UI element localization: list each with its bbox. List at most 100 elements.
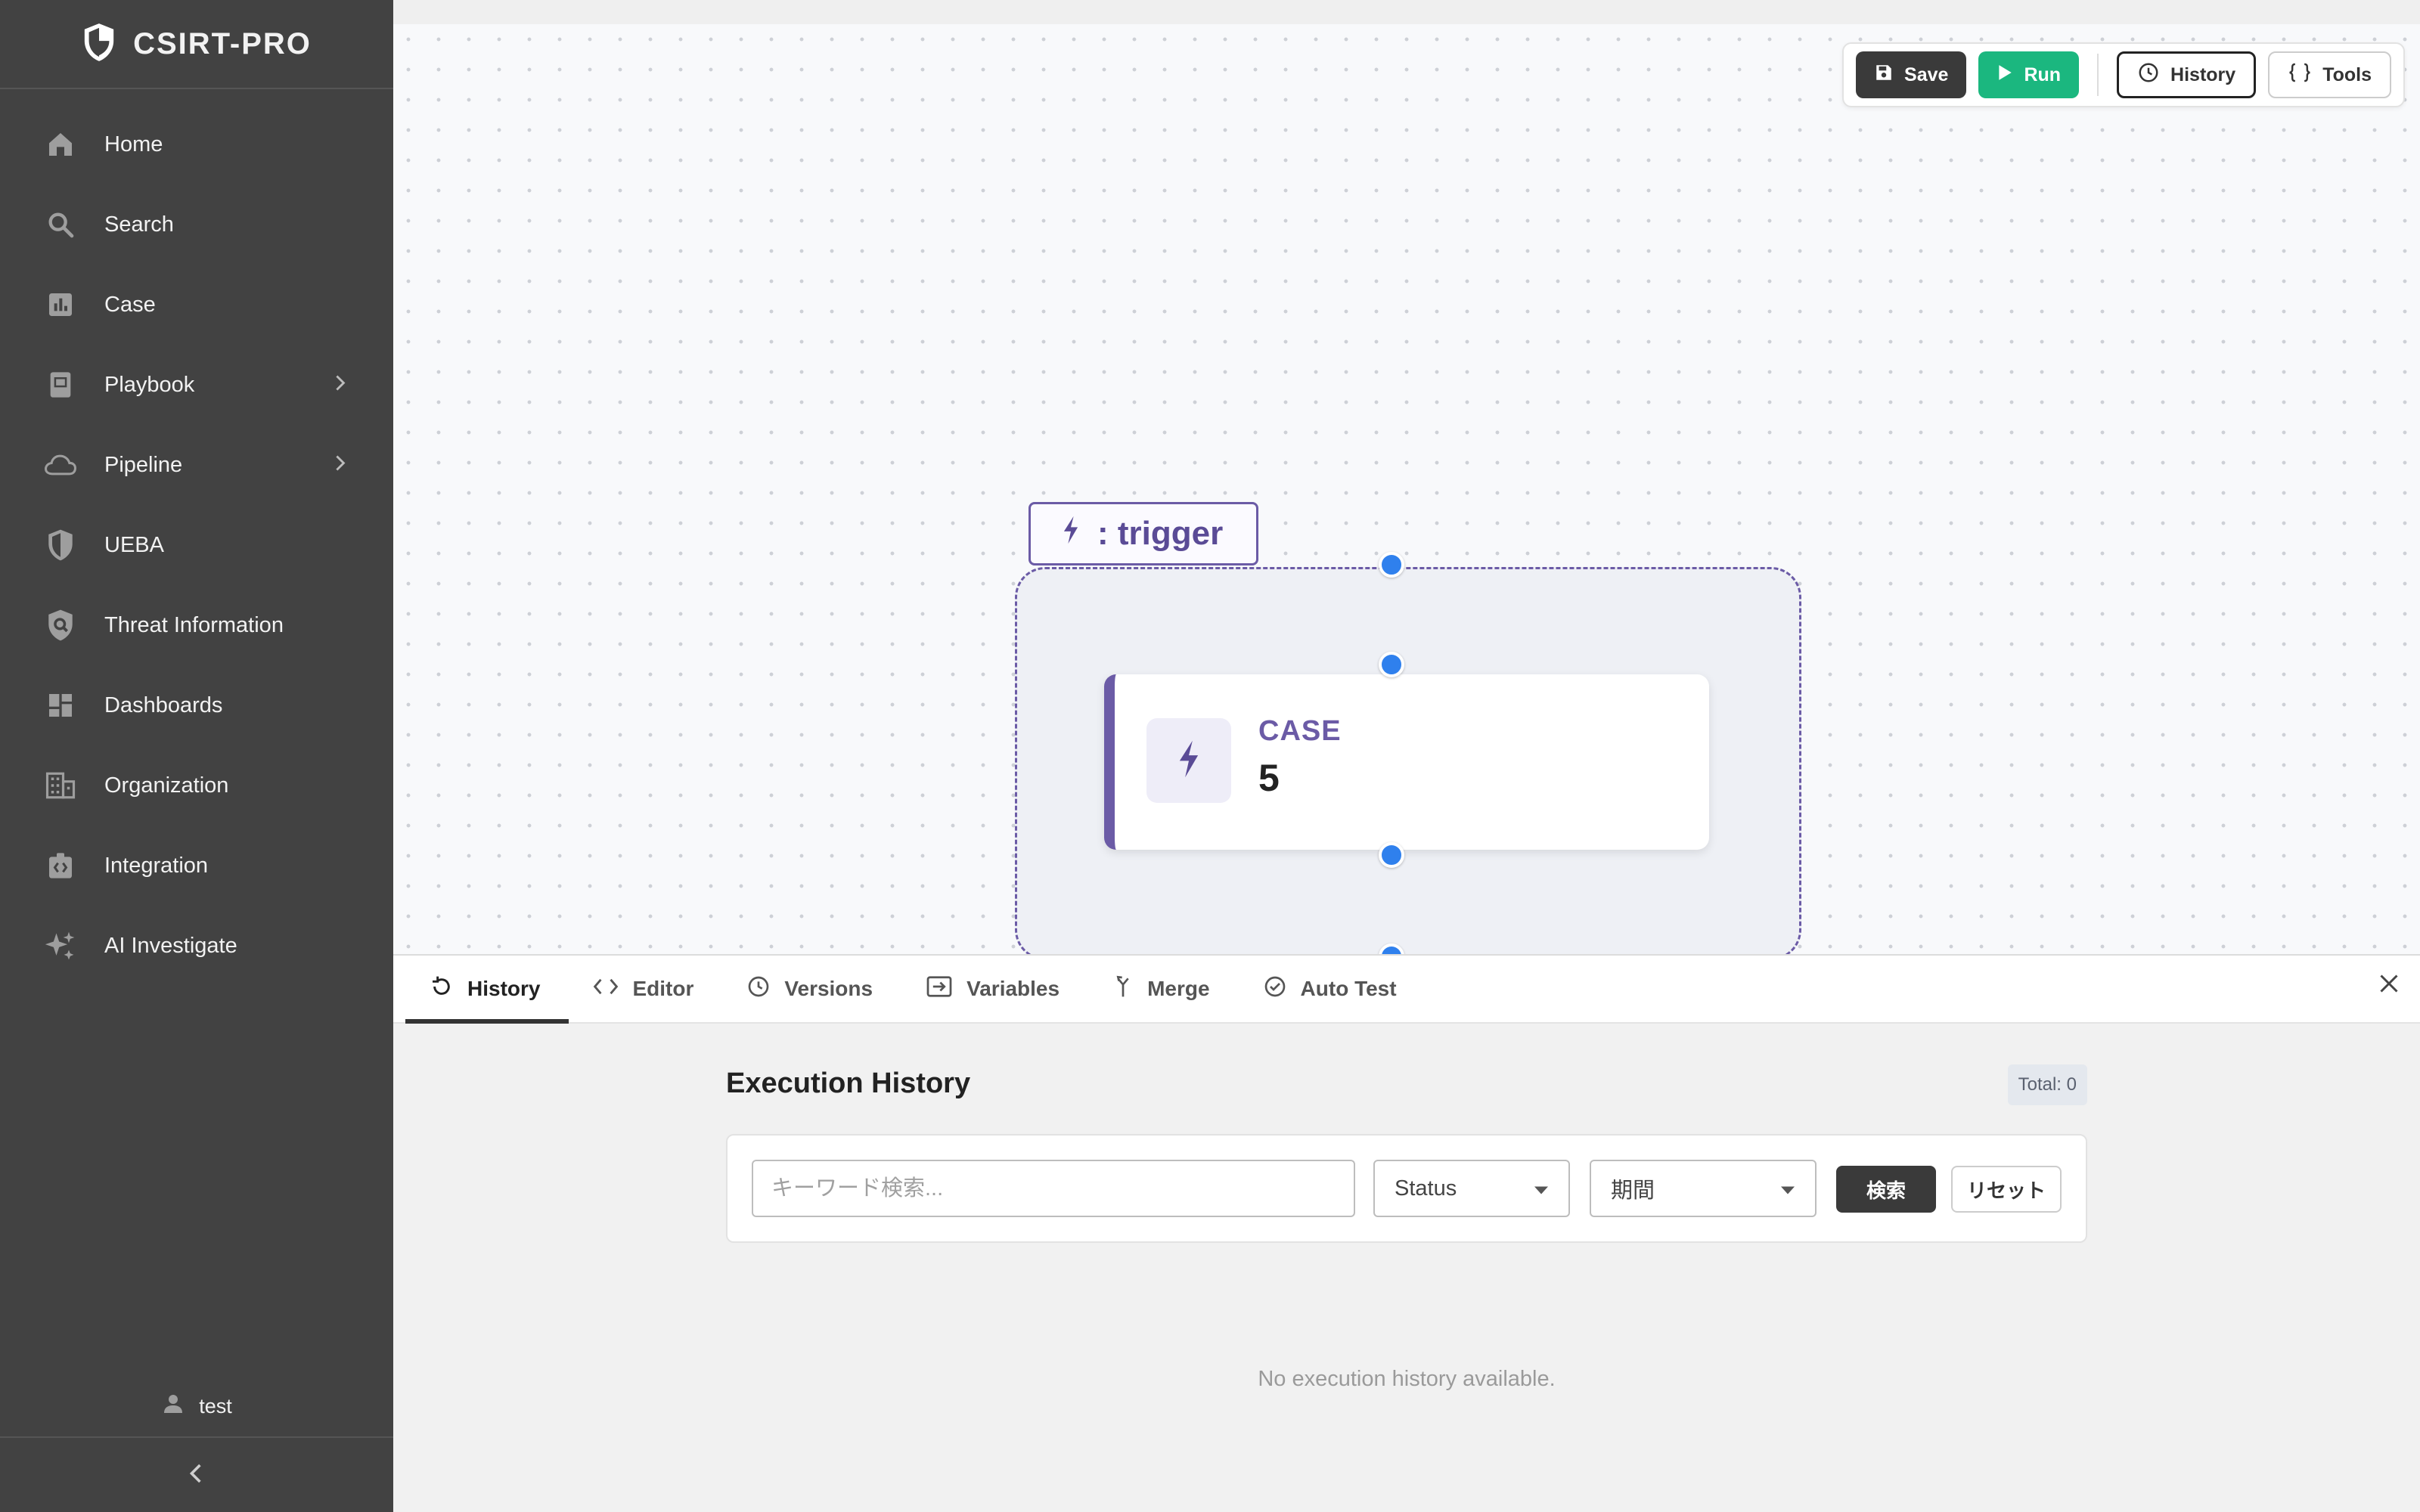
sidebar-item-label: Pipeline	[104, 452, 183, 477]
period-select[interactable]: 期間	[1590, 1160, 1817, 1217]
brand[interactable]: CSIRT-PRO	[0, 0, 393, 89]
cloud-icon	[42, 447, 79, 483]
trigger-label-text: : trigger	[1097, 515, 1224, 552]
variables-icon	[926, 975, 953, 1003]
user-icon	[161, 1392, 185, 1421]
canvas-toolbar: Save Run History Tools	[1842, 42, 2405, 107]
brand-title: CSIRT-PRO	[133, 26, 312, 60]
user-menu[interactable]: test	[0, 1383, 393, 1429]
period-select-value: 期間	[1611, 1179, 1655, 1203]
tab-label: History	[467, 977, 541, 1000]
tab-merge[interactable]: Merge	[1088, 956, 1238, 1022]
tab-auto-test[interactable]: Auto Test	[1239, 956, 1426, 1022]
home-icon	[42, 126, 79, 163]
shield-icon	[42, 527, 79, 563]
chevron-right-icon	[333, 453, 346, 478]
sidebar-item-dashboards[interactable]: Dashboards	[0, 665, 393, 745]
node-type: CASE	[1258, 715, 1342, 747]
sidebar-item-case[interactable]: Case	[0, 265, 393, 345]
clock-icon	[746, 974, 771, 1004]
braces-icon	[2288, 62, 2312, 88]
tools-button[interactable]: Tools	[2268, 51, 2391, 98]
caret-down-icon	[1534, 1176, 1549, 1201]
shield-logo-icon	[82, 22, 116, 67]
keyword-search-input[interactable]	[752, 1160, 1355, 1217]
bottom-panel: History Editor Versions Variables Merge	[393, 954, 2420, 1512]
sidebar-item-threat-information[interactable]: Threat Information	[0, 585, 393, 665]
tab-history[interactable]: History	[405, 956, 569, 1024]
shield-search-icon	[42, 607, 79, 643]
close-panel-button[interactable]	[2378, 972, 2400, 999]
reset-button[interactable]: リセット	[1951, 1166, 2062, 1213]
run-label: Run	[2024, 64, 2062, 85]
group-input-port[interactable]	[1379, 552, 1404, 578]
history-label: History	[2170, 64, 2236, 85]
play-icon	[1996, 64, 2013, 87]
sidebar-item-ueba[interactable]: UEBA	[0, 505, 393, 585]
dashboard-icon	[42, 687, 79, 723]
trigger-group-label[interactable]: : trigger	[1028, 502, 1258, 565]
building-icon	[42, 767, 79, 804]
book-icon	[42, 367, 79, 403]
sidebar-item-label: Playbook	[104, 372, 195, 397]
history-icon	[430, 974, 454, 1004]
run-button[interactable]: Run	[1978, 51, 2080, 98]
node-output-port[interactable]	[1379, 842, 1404, 868]
toolbar-divider	[2097, 54, 2099, 96]
sidebar-item-organization[interactable]: Organization	[0, 745, 393, 826]
case-node[interactable]: CASE 5	[1104, 674, 1709, 850]
sidebar-item-label: Search	[104, 212, 174, 237]
collapse-sidebar-button[interactable]	[0, 1436, 393, 1512]
merge-icon	[1112, 974, 1134, 1004]
lightning-icon	[1061, 515, 1081, 553]
sidebar-item-label: Dashboards	[104, 692, 223, 717]
tab-label: Merge	[1147, 977, 1210, 1000]
panel-title: Execution History	[726, 1067, 971, 1099]
bar-chart-icon	[42, 287, 79, 323]
workflow-canvas[interactable]: Save Run History Tools : trigger CASE 5	[393, 24, 2420, 956]
search-icon	[42, 206, 79, 243]
node-input-port[interactable]	[1379, 652, 1404, 677]
tools-label: Tools	[2322, 64, 2372, 85]
sidebar-item-integration[interactable]: Integration	[0, 826, 393, 906]
sidebar-item-label: Threat Information	[104, 612, 284, 637]
tab-versions[interactable]: Versions	[722, 956, 901, 1022]
tab-label: Versions	[784, 977, 873, 1000]
code-icon	[593, 976, 619, 1002]
sidebar-item-home[interactable]: Home	[0, 104, 393, 184]
filter-card: Status 期間 検索 リセット	[726, 1134, 2087, 1243]
clock-icon	[2137, 61, 2160, 89]
sidebar-item-search[interactable]: Search	[0, 184, 393, 265]
total-badge: Total: 0	[2007, 1064, 2087, 1105]
sidebar-nav: Home Search Case Playbook Pipeline UEBA …	[0, 104, 393, 986]
node-value: 5	[1258, 757, 1280, 799]
tab-variables[interactable]: Variables	[901, 956, 1088, 1022]
tab-label: Auto Test	[1300, 977, 1397, 1000]
history-button[interactable]: History	[2117, 51, 2257, 98]
status-select[interactable]: Status	[1373, 1160, 1570, 1217]
caret-down-icon	[1780, 1176, 1795, 1201]
top-strip	[393, 0, 2420, 24]
save-label: Save	[1904, 64, 1949, 85]
sidebar-item-playbook[interactable]: Playbook	[0, 345, 393, 425]
sidebar: CSIRT-PRO Home Search Case Playbook Pipe…	[0, 0, 393, 1512]
chevron-left-icon	[188, 1463, 205, 1488]
user-name: test	[199, 1394, 232, 1418]
sparkles-icon	[42, 928, 79, 964]
check-circle-icon	[1263, 974, 1287, 1004]
lightning-icon	[1176, 739, 1202, 783]
tab-editor[interactable]: Editor	[569, 956, 722, 1022]
tab-label: Editor	[632, 977, 694, 1000]
sidebar-item-pipeline[interactable]: Pipeline	[0, 425, 393, 505]
sidebar-item-ai-investigate[interactable]: AI Investigate	[0, 906, 393, 986]
panel-tabs: History Editor Versions Variables Merge	[393, 956, 2420, 1024]
sidebar-item-label: UEBA	[104, 532, 164, 557]
save-button[interactable]: Save	[1856, 51, 1967, 98]
search-button[interactable]: 検索	[1836, 1166, 1936, 1213]
sidebar-item-label: Home	[104, 132, 163, 156]
close-icon	[2378, 974, 2400, 998]
status-select-value: Status	[1395, 1176, 1457, 1201]
tab-label: Variables	[966, 977, 1060, 1000]
sidebar-item-label: AI Investigate	[104, 933, 237, 958]
integration-icon	[42, 847, 79, 884]
